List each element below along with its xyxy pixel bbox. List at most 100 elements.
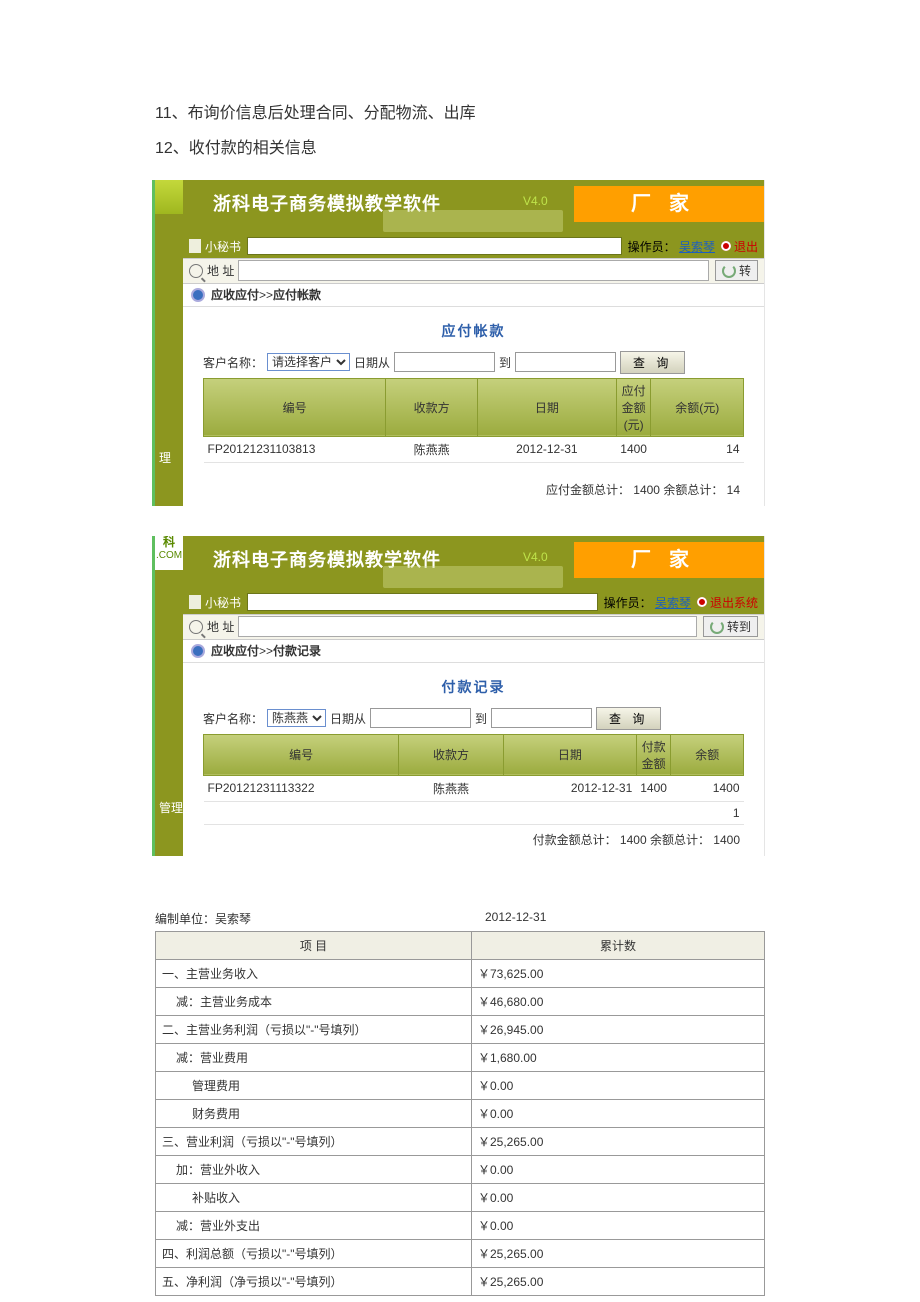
panel-left: 理: [155, 180, 183, 506]
query-button[interactable]: 查 询: [596, 707, 661, 730]
table-row[interactable]: FP20121231103813 陈燕燕 2012-12-31 1400 14: [204, 436, 744, 462]
cell-amount: ￥0.00: [472, 1099, 765, 1127]
table-row: 加：营业外收入￥0.00: [156, 1155, 765, 1183]
cell-amount: ￥1,680.00: [472, 1043, 765, 1071]
crumb-child: 付款记录: [273, 644, 321, 658]
cell-amount: ￥0.00: [472, 1211, 765, 1239]
addr-input[interactable]: [238, 260, 709, 281]
cell-balance: 1: [671, 801, 744, 824]
addr-input[interactable]: [238, 616, 697, 637]
section-title: 应付帐款: [203, 317, 744, 351]
cell-item: 四、利润总额（亏损以"-"号填列）: [156, 1239, 472, 1267]
app-header: 浙科电子商务模拟教学软件 V4.0 厂家: [183, 180, 764, 235]
sidebar-tab[interactable]: 理: [159, 449, 171, 466]
goto-button[interactable]: 转到: [703, 616, 758, 637]
operator-link[interactable]: 吴索琴: [655, 596, 691, 610]
cell-amount: ￥25,265.00: [472, 1267, 765, 1295]
crumb-parent[interactable]: 应收应付: [211, 288, 259, 302]
cell-item: 三、营业利润（亏损以"-"号填列）: [156, 1127, 472, 1155]
cell-item: 管理费用: [156, 1071, 472, 1099]
cell-item: 减：主营业务成本: [156, 987, 472, 1015]
crumb-sep: >>: [259, 644, 273, 658]
cell-item: 五、净利润（净亏损以"-"号填列）: [156, 1267, 472, 1295]
secretary-label: 小秘书: [205, 594, 241, 611]
role-badge: 厂家: [574, 542, 764, 578]
income-statement: 编制单位：吴索琴 2012-12-31 项 目 累计数 一、主营业务收入￥73,…: [155, 906, 765, 1296]
date-from-input[interactable]: [370, 708, 471, 728]
cell-amount: 1400: [616, 436, 651, 462]
operator-label: 操作员： 吴索琴: [628, 238, 715, 255]
doc-line-11: 11、布询价信息后处理合同、分配物流、出库: [155, 100, 765, 129]
col-amt: 累计数: [472, 931, 765, 959]
search-icon: [189, 264, 203, 278]
cell-item: 减：营业外支出: [156, 1211, 472, 1239]
app-header: 浙科电子商务模拟教学软件 V4.0 厂家: [183, 536, 764, 591]
screenshot-payment-record: 科.COM 管理 浙科电子商务模拟教学软件 V4.0 厂家 小秘书 操作员： 吴…: [155, 536, 765, 856]
table-row[interactable]: 1: [204, 801, 744, 824]
goto-button[interactable]: 转: [715, 260, 758, 281]
addr-label: 地 址: [207, 618, 234, 635]
cell-item: 加：营业外收入: [156, 1155, 472, 1183]
secretary-input[interactable]: [247, 593, 598, 611]
secretary-input[interactable]: [247, 237, 622, 255]
cell-date: 2012-12-31: [477, 436, 616, 462]
operator-link[interactable]: 吴索琴: [679, 240, 715, 254]
breadcrumb-icon: [191, 644, 205, 658]
table-header-row: 项 目 累计数: [156, 931, 765, 959]
date-from-input[interactable]: [394, 352, 495, 372]
secretary-bar: 小秘书 操作员： 吴索琴 退出: [183, 235, 764, 258]
col-payee: 收款方: [386, 378, 478, 436]
date-to-label: 到: [475, 710, 487, 727]
table-row: 二、主营业务利润（亏损以"-"号填列）￥26,945.00: [156, 1015, 765, 1043]
date-from-label: 日期从: [330, 710, 366, 727]
cell-item: 财务费用: [156, 1099, 472, 1127]
table-row[interactable]: FP20121231113322 陈燕燕 2012-12-31 1400 140…: [204, 775, 744, 801]
col-balance: 余额: [671, 734, 744, 775]
cust-label: 客户名称：: [203, 354, 263, 371]
col-id: 编号: [204, 378, 386, 436]
date-to-input[interactable]: [515, 352, 616, 372]
stmt-date: 2012-12-31: [485, 910, 765, 927]
hdr-decor: [383, 210, 563, 232]
table-row: 减：营业费用￥1,680.00: [156, 1043, 765, 1071]
date-to-input[interactable]: [491, 708, 592, 728]
app-version: V4.0: [523, 550, 548, 564]
table-header-row: 编号 收款方 日期 应付金额(元) 余额(元): [204, 378, 744, 436]
table-row: 五、净利润（净亏损以"-"号填列）￥25,265.00: [156, 1267, 765, 1295]
section-title: 付款记录: [203, 673, 744, 707]
col-date: 日期: [503, 734, 636, 775]
crumb-parent[interactable]: 应收应付: [211, 644, 259, 658]
cust-label: 客户名称：: [203, 710, 263, 727]
screenshot-payable: 理 浙科电子商务模拟教学软件 V4.0 厂家 小秘书 操作员： 吴索琴 退出: [155, 180, 765, 506]
cell-id: FP20121231103813: [204, 436, 386, 462]
table-row: 一、主营业务收入￥73,625.00: [156, 959, 765, 987]
cell-item: 减：营业费用: [156, 1043, 472, 1071]
unit-label: 编制单位：吴索琴: [155, 910, 485, 927]
cell-empty: [204, 801, 671, 824]
sidebar-tab[interactable]: 管理: [159, 799, 183, 816]
cell-amount: ￥25,265.00: [472, 1127, 765, 1155]
income-table: 项 目 累计数 一、主营业务收入￥73,625.00减：主营业务成本￥46,68…: [155, 931, 765, 1296]
breadcrumb-icon: [191, 288, 205, 302]
col-amount: 付款金额: [636, 734, 671, 775]
cell-date: 2012-12-31: [503, 775, 636, 801]
exit-link[interactable]: 退出系统: [697, 594, 758, 611]
cell-amount: ￥0.00: [472, 1071, 765, 1099]
exit-link[interactable]: 退出: [721, 238, 758, 255]
doc-line-12: 12、收付款的相关信息: [155, 135, 765, 164]
addr-label: 地 址: [207, 262, 234, 279]
role-badge: 厂家: [574, 186, 764, 222]
col-payee: 收款方: [399, 734, 504, 775]
col-balance: 余额(元): [651, 378, 744, 436]
secretary-bar: 小秘书 操作员： 吴索琴 退出系统: [183, 591, 764, 614]
query-button[interactable]: 查 询: [620, 351, 685, 374]
table-row: 三、营业利润（亏损以"-"号填列）￥25,265.00: [156, 1127, 765, 1155]
col-amount: 应付金额(元): [616, 378, 651, 436]
cust-select[interactable]: 陈燕燕: [267, 709, 326, 727]
table-row: 管理费用￥0.00: [156, 1071, 765, 1099]
search-row: 客户名称： 请选择客户 日期从 到 查 询: [203, 351, 744, 374]
logo-block: 科.COM: [155, 536, 183, 570]
operator-label: 操作员： 吴索琴: [604, 594, 691, 611]
cust-select[interactable]: 请选择客户: [267, 353, 350, 371]
table-row: 减：主营业务成本￥46,680.00: [156, 987, 765, 1015]
